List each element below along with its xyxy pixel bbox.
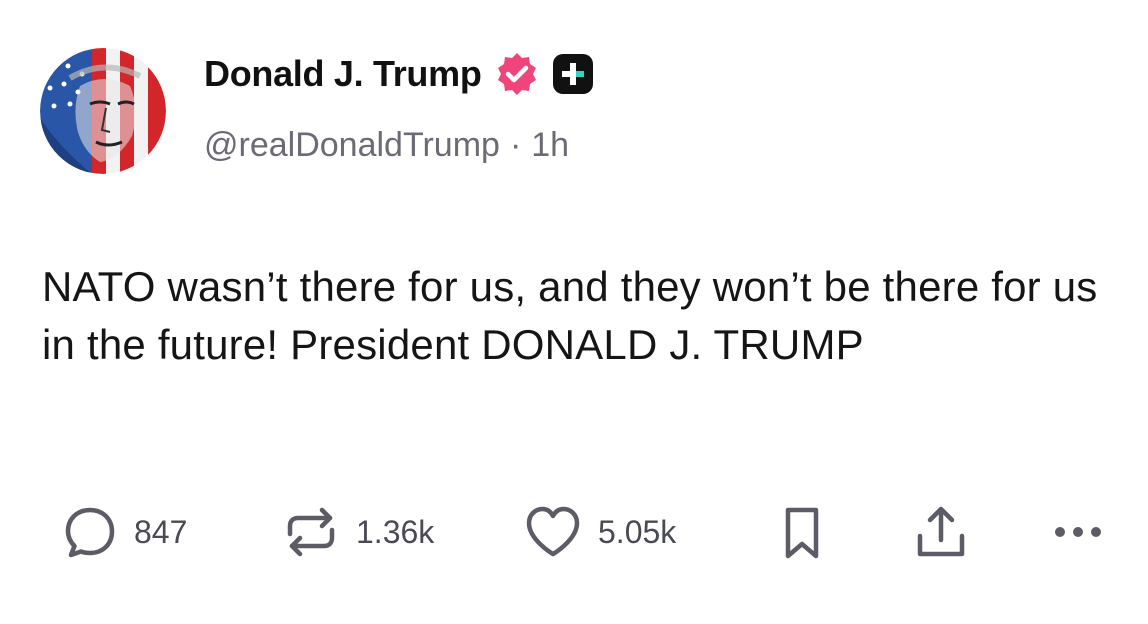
bookmark-icon — [785, 507, 819, 559]
author-handle[interactable]: @realDonaldTrump — [204, 126, 500, 164]
like-button[interactable]: 5.05k — [524, 500, 676, 564]
author-display-name[interactable]: Donald J. Trump — [204, 53, 482, 95]
heart-icon — [526, 506, 580, 557]
author-avatar[interactable] — [40, 48, 166, 174]
more-options-button[interactable] — [1050, 500, 1110, 564]
post-content: NATO wasn’t there for us, and they won’t… — [42, 263, 1098, 368]
reply-button[interactable]: 847 — [62, 500, 187, 564]
reply-icon — [65, 507, 115, 558]
post-card: Donald J. Trump @realDonaldTrump · 1h NATO… — [0, 0, 1148, 624]
meta-separator: · — [509, 126, 522, 164]
bookmark-button[interactable] — [780, 500, 824, 564]
like-count: 5.05k — [598, 513, 677, 550]
retruth-icon — [287, 507, 335, 557]
retruth-count: 1.36k — [356, 513, 435, 550]
more-options-icon — [1055, 527, 1101, 537]
share-icon — [917, 506, 965, 557]
share-button[interactable] — [912, 500, 970, 564]
verified-badge-icon — [494, 51, 540, 97]
post-action-bar: 847 1.36k 5.05k — [0, 500, 1148, 564]
retruth-button[interactable]: 1.36k — [282, 500, 434, 564]
avatar-image — [40, 48, 166, 174]
reply-count: 847 — [134, 513, 188, 550]
post-timestamp[interactable]: 1h — [531, 126, 569, 164]
author-name-row: Donald J. Trump — [204, 52, 594, 96]
truth-social-plus-icon — [552, 53, 594, 95]
author-handle-row: @realDonaldTrump · 1h — [204, 126, 569, 165]
